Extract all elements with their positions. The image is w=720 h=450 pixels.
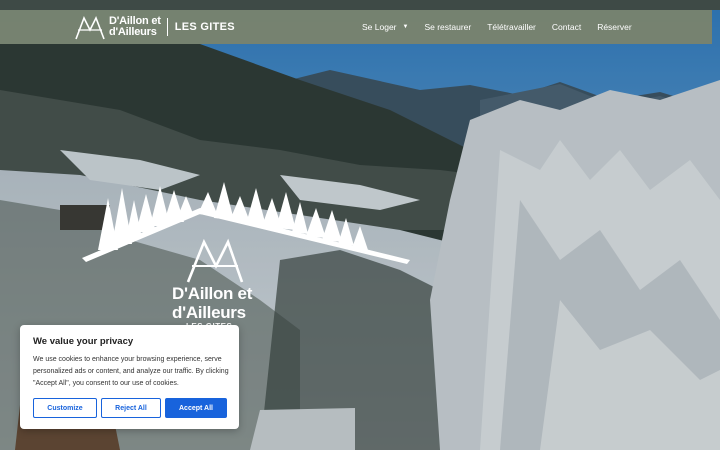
brand-subtitle: LES GITES	[174, 21, 235, 33]
nav-item-se-loger[interactable]: Se Loger ▼	[362, 22, 408, 32]
nav-label: Télétravailler	[487, 22, 536, 32]
nav-label: Se restaurer	[424, 22, 472, 32]
brand-line2: d'Ailleurs	[109, 26, 157, 38]
chevron-down-icon: ▼	[402, 24, 409, 30]
customize-button[interactable]: Customize	[33, 398, 97, 418]
aa-mountain-logo-icon	[186, 238, 244, 283]
cookie-description: We use cookies to enhance your browsing …	[33, 356, 229, 387]
brand-wordmark: D'Aillon et d'Ailleurs	[109, 16, 161, 38]
aa-mountain-logo-icon	[75, 16, 105, 40]
brand-divider	[166, 18, 168, 36]
main-nav: Se Loger ▼ Se restaurer Télétravailler C…	[362, 10, 632, 44]
cookie-title: We value your privacy	[33, 336, 134, 347]
top-strip	[0, 0, 720, 10]
nav-label: Réserver	[597, 22, 632, 32]
nav-label: Se Loger	[362, 22, 397, 32]
accept-all-button[interactable]: Accept All	[165, 398, 227, 418]
nav-item-teletravailler[interactable]: Télétravailler	[487, 22, 536, 32]
nav-item-se-restaurer[interactable]: Se restaurer	[424, 22, 471, 32]
pine-trees-icon	[82, 182, 410, 264]
cookie-consent-banner: We value your privacy We use cookies to …	[20, 325, 239, 429]
nav-label: Contact	[551, 22, 582, 32]
nav-item-contact[interactable]: Contact	[552, 22, 581, 32]
reject-all-button[interactable]: Reject All	[101, 398, 161, 418]
hero-logo-line1: D'Aillon et	[172, 284, 253, 303]
hero-forest-logo	[82, 182, 410, 283]
hero-logo-line2: d'Ailleurs	[172, 303, 246, 322]
site-header: D'Aillon et d'Ailleurs LES GITES Se Loge…	[0, 10, 712, 44]
brand-logo[interactable]: D'Aillon et d'Ailleurs LES GITES	[75, 14, 235, 40]
nav-item-reserver[interactable]: Réserver	[597, 22, 631, 32]
